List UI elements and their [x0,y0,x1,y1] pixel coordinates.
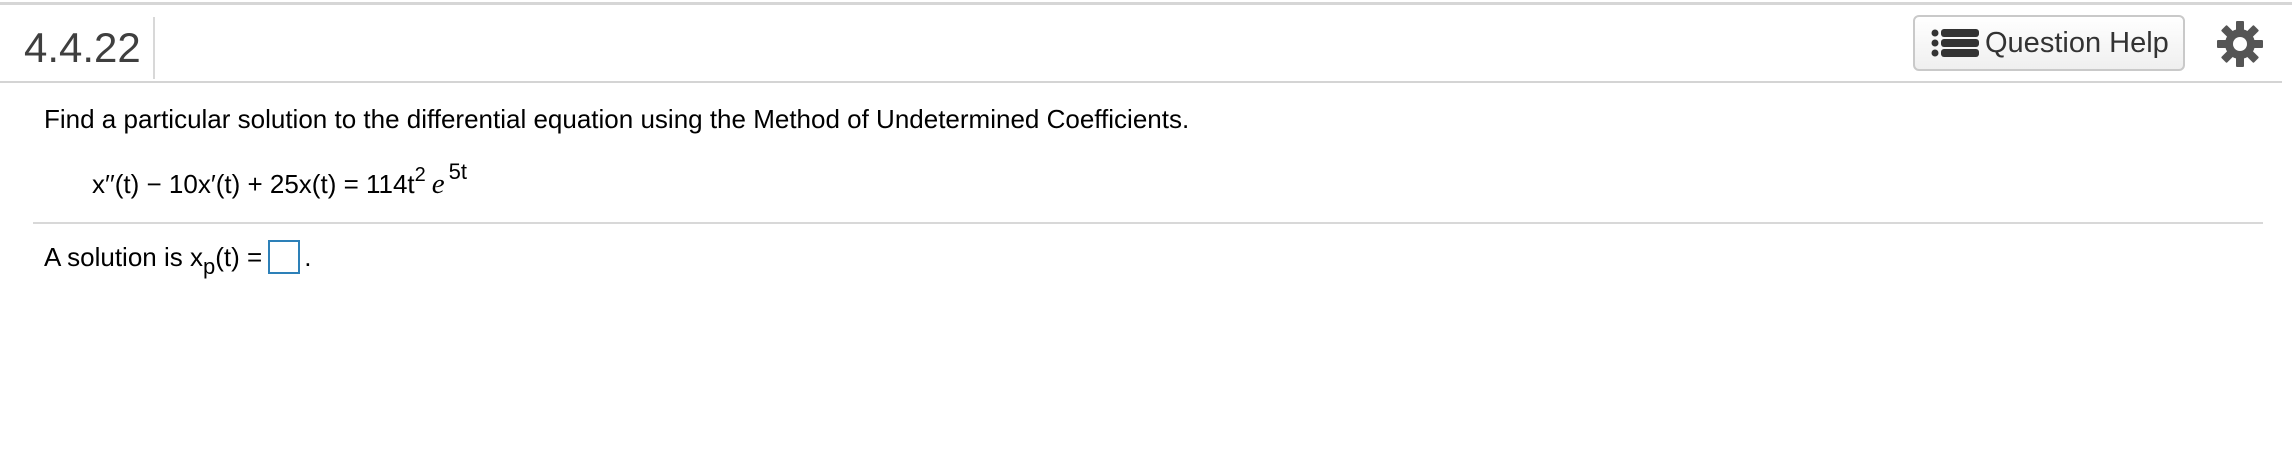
answer-period: . [304,242,312,272]
t-exponent: 2 [414,164,426,186]
problem-prompt: Find a particular solution to the differ… [44,104,1190,134]
answer-subscript: p [202,254,216,279]
question-help-label: Question Help [1985,26,2169,59]
equation-main: x′′(t) − 10x′(t) + 25x(t) = 114t [92,169,415,199]
question-help-button[interactable]: Question Help [1913,15,2185,71]
question-header: 4.4.22 Question Help [0,5,2282,83]
euler-e: e [431,168,445,200]
answer-input[interactable] [268,240,301,274]
question-number: 4.4.22 [24,17,155,79]
differential-equation: x′′(t) − 10x′(t) + 25x(t) = 114t2 e 5t [92,159,467,207]
list-icon [1931,29,1979,57]
answer-prefix: A solution is x [44,242,203,272]
gear-icon[interactable] [2216,20,2264,68]
e-exponent: 5t [448,159,468,184]
answer-suffix: (t) = [215,242,263,272]
section-divider [33,222,2263,224]
answer-row: A solution is x p (t) =. [44,237,312,279]
